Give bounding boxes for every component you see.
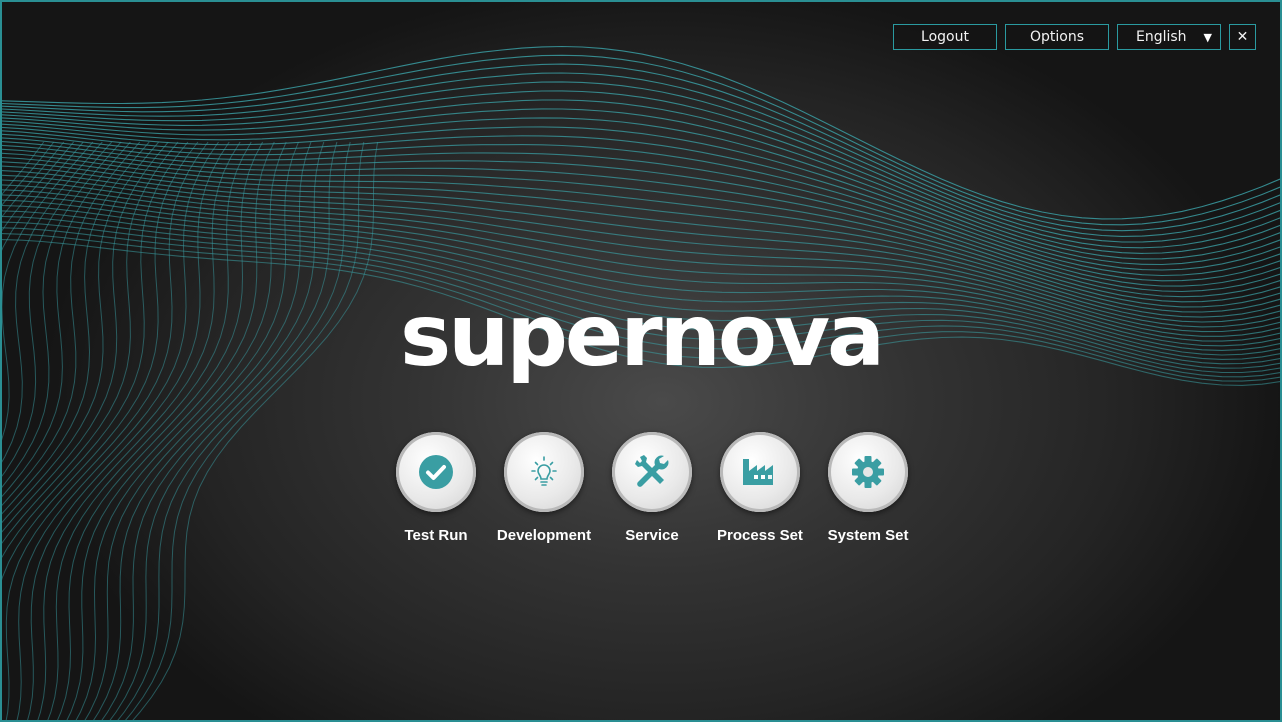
check-circle-icon[interactable] <box>396 432 476 512</box>
app-label: Process Set <box>717 527 803 544</box>
language-select[interactable]: English ▼ <box>1117 24 1221 50</box>
app-test-run[interactable]: Test Run <box>382 432 490 544</box>
top-toolbar: Logout Options English ▼ ✕ <box>893 24 1256 50</box>
app-label: Development <box>496 527 592 544</box>
tools-icon[interactable] <box>612 432 692 512</box>
app-label: System Set <box>827 527 909 544</box>
app-process-set[interactable]: Process Set <box>706 432 814 544</box>
app-development[interactable]: Development <box>490 432 598 544</box>
lightbulb-icon[interactable] <box>504 432 584 512</box>
logout-button[interactable]: Logout <box>893 24 997 50</box>
factory-icon[interactable] <box>720 432 800 512</box>
app-label: Service <box>625 527 679 544</box>
app-service[interactable]: Service <box>598 432 706 544</box>
close-button[interactable]: ✕ <box>1229 24 1256 50</box>
app-launcher: Test Run Development Service Process Set… <box>382 432 922 544</box>
app-label: Test Run <box>404 527 468 544</box>
dropdown-arrow-icon: ▼ <box>1203 30 1212 44</box>
language-selected-value: English <box>1136 29 1187 45</box>
app-window: Logout Options English ▼ ✕ supernova Tes… <box>0 0 1282 722</box>
supernova-logo: supernova <box>399 286 885 386</box>
options-button[interactable]: Options <box>1005 24 1109 50</box>
close-icon: ✕ <box>1236 29 1249 45</box>
app-system-set[interactable]: System Set <box>814 432 922 544</box>
gear-icon[interactable] <box>828 432 908 512</box>
